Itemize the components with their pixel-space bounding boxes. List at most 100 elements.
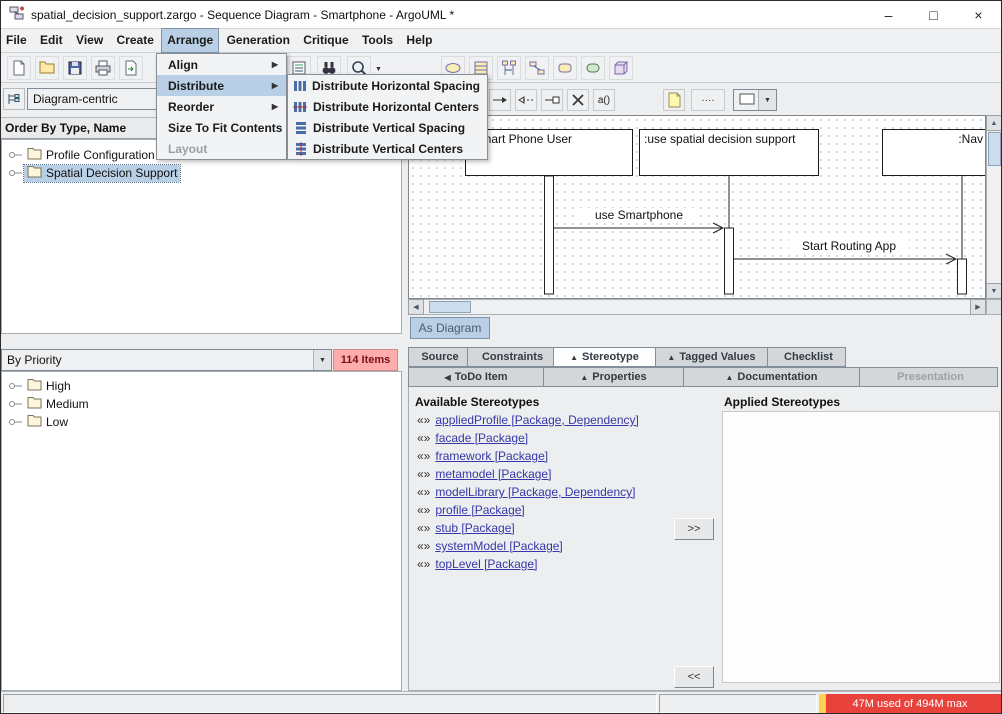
menu-item-distribute-vertical-centers[interactable]: Distribute Vertical Centers [288,138,487,159]
expand-handle-icon[interactable] [8,397,24,411]
menu-item-distribute-vertical-spacing[interactable]: Distribute Vertical Spacing [288,117,487,138]
destroy-message-tool-icon[interactable] [567,89,589,111]
stereotype-link[interactable]: appliedProfile [Package, Dependency] [435,413,638,427]
statechart-diagram-icon[interactable] [553,56,577,80]
menu-help[interactable]: Help [401,29,437,52]
todo-filter-combobox[interactable]: By Priority ▼ [1,349,332,371]
todo-filter-dropdown-arrow-icon[interactable]: ▼ [313,350,331,370]
submenu-arrow-icon: ▶ [271,60,278,69]
argouml-window: spatial_decision_support.zargo - Sequenc… [0,0,1002,714]
minimize-button[interactable]: – [866,1,911,28]
list-item[interactable]: «» profile [Package] [417,501,669,519]
add-stereotype-button[interactable]: >> [674,518,714,540]
message-label[interactable]: use Smartphone [579,208,699,222]
menu-item-reorder[interactable]: Reorder ▶ [157,96,286,117]
vertical-scrollbar-thumb[interactable] [988,132,1001,166]
shape-dropdown[interactable]: ▼ [733,89,777,111]
create-message-tool-icon[interactable] [541,89,563,111]
stereotype-link[interactable]: stub [Package] [435,521,514,535]
remove-stereotype-button[interactable]: << [674,666,714,688]
lifeline-box[interactable]: :Nav [882,129,985,176]
tab-stereotype[interactable]: ▲ Stereotype [554,347,656,367]
open-icon[interactable] [35,56,59,80]
tab-presentation[interactable]: Presentation [860,367,998,387]
tree-item-spatial-decision-support[interactable]: Spatial Decision Support [22,163,182,183]
comment-tool-icon[interactable] [663,89,685,111]
menu-file[interactable]: File [1,29,32,52]
tree-item-high[interactable]: High [24,378,74,395]
menu-item-distribute-horizontal-spacing[interactable]: Distribute Horizontal Spacing [288,75,487,96]
configure-perspectives-button[interactable] [3,88,25,110]
list-item[interactable]: «» modelLibrary [Package, Dependency] [417,483,669,501]
tab-properties[interactable]: ▲ Properties [544,367,684,387]
lifeline-box[interactable]: :use spatial decision support [639,129,819,176]
tab-tagged-values[interactable]: ▲ Tagged Values [656,347,768,367]
horizontal-scrollbar[interactable] [408,299,986,315]
tree-item-profile-configuration[interactable]: Profile Configuration [24,147,158,164]
vertical-scrollbar[interactable] [986,115,1001,299]
close-button[interactable]: × [956,1,1001,28]
spline-tool-icon[interactable]: ···· [691,89,725,111]
shape-dropdown-arrow-icon[interactable]: ▼ [758,90,776,110]
stereotype-link[interactable]: modelLibrary [Package, Dependency] [435,485,635,499]
list-item[interactable]: «» topLevel [Package] [417,555,669,573]
list-item[interactable]: «» stub [Package] [417,519,669,537]
menu-generation[interactable]: Generation [222,29,295,52]
sequence-diagram-icon[interactable] [497,56,521,80]
expand-handle-icon[interactable] [8,379,24,393]
tab-todo-item[interactable]: ◀ ToDo Item [408,367,544,387]
collaboration-diagram-icon[interactable] [525,56,549,80]
diagram-canvas[interactable]: :Smart Phone User :use spatial decision … [408,115,986,299]
tab-constraints[interactable]: Constraints [468,347,554,367]
menu-item-align[interactable]: Align ▶ [157,54,286,75]
call-message-tool-icon[interactable] [489,89,511,111]
stereotype-link[interactable]: topLevel [Package] [435,557,537,571]
deployment-diagram-icon[interactable] [609,56,633,80]
tree-item-low[interactable]: Low [24,414,71,431]
menu-view[interactable]: View [71,29,108,52]
message-label[interactable]: Start Routing App [789,239,909,253]
menu-tools[interactable]: Tools [357,29,398,52]
expand-handle-icon[interactable] [8,415,24,429]
export-icon[interactable] [119,56,143,80]
stereotype-link[interactable]: facade [Package] [435,431,528,445]
menu-item-size-to-fit-contents[interactable]: Size To Fit Contents [157,117,286,138]
expand-handle-icon[interactable] [8,166,24,180]
list-item[interactable]: «» systemModel [Package] [417,537,669,555]
scroll-down-icon[interactable]: ▼ [986,283,1001,299]
list-item[interactable]: «» framework [Package] [417,447,669,465]
tab-as-diagram[interactable]: As Diagram [410,317,490,339]
horizontal-scrollbar-thumb[interactable] [429,301,471,313]
menu-arrange[interactable]: Arrange [161,28,220,53]
tab-checklist[interactable]: Checklist [768,347,846,367]
stereotype-link[interactable]: systemModel [Package] [435,539,562,553]
menu-create[interactable]: Create [112,29,159,52]
list-item[interactable]: «» appliedProfile [Package, Dependency] [417,411,669,429]
tree-item-medium[interactable]: Medium [24,396,92,413]
stereotype-link[interactable]: metamodel [Package] [435,467,551,481]
menu-edit[interactable]: Edit [35,29,68,52]
return-message-tool-icon[interactable] [515,89,537,111]
stereotype-link[interactable]: profile [Package] [435,503,524,517]
save-icon[interactable] [63,56,87,80]
lifeline-box[interactable]: :Smart Phone User [465,129,633,176]
applied-stereotypes-list[interactable] [722,411,1000,683]
action-tool-icon[interactable]: a() [593,89,615,111]
activity-diagram-icon[interactable] [581,56,605,80]
menu-item-distribute-horizontal-centers[interactable]: Distribute Horizontal Centers [288,96,487,117]
expand-handle-icon[interactable] [8,148,24,162]
scroll-up-icon[interactable]: ▲ [986,115,1001,131]
scroll-right-icon[interactable]: ▶ [970,299,986,315]
maximize-button[interactable]: □ [911,1,956,28]
list-item[interactable]: «» facade [Package] [417,429,669,447]
print-icon[interactable] [91,56,115,80]
scroll-left-icon[interactable]: ◀ [408,299,424,315]
tree-item-label: Profile Configuration [46,148,155,162]
menu-critique[interactable]: Critique [298,29,353,52]
stereotype-link[interactable]: framework [Package] [435,449,548,463]
tab-source[interactable]: Source [408,347,468,367]
list-item[interactable]: «» metamodel [Package] [417,465,669,483]
tab-documentation[interactable]: ▲ Documentation [684,367,860,387]
new-icon[interactable] [7,56,31,80]
menu-item-distribute[interactable]: Distribute ▶ [157,75,286,96]
